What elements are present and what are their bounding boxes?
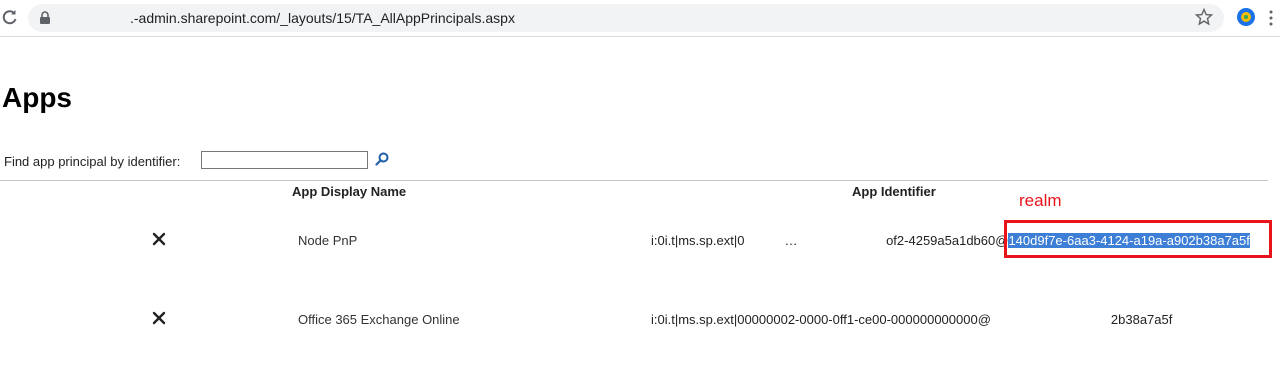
lock-icon [40,11,50,24]
bookmark-star-icon[interactable] [1195,8,1213,26]
browser-toolbar: .-admin.sharepoint.com/_layouts/15/TA_Al… [0,0,1280,37]
app-identifier-fragment: … [784,233,802,248]
extension-icon[interactable] [1234,5,1258,29]
header-divider [0,180,1268,181]
url-path: _layouts/15/TA_AllAppPrincipals.aspx [280,10,515,26]
find-principal-label: Find app principal by identifier: [4,154,181,169]
app-identifier-suffix: 2b38a7a5f [1110,312,1173,327]
app-identifier-prefix: i:0i.t|ms.sp.ext|0 [651,233,745,248]
column-header-app-identifier[interactable]: App Identifier [852,184,936,199]
address-bar[interactable]: .-admin.sharepoint.com/_layouts/15/TA_Al… [28,4,1224,32]
more-menu-icon[interactable] [1268,8,1274,28]
reload-icon[interactable] [0,7,20,27]
realm-annotation-label: realm [1019,191,1062,210]
app-display-name: Node PnP [298,233,358,248]
app-identifier-prefix: i:0i.t|ms.sp.ext|00000002-0000-0ff1-ce00… [651,312,991,327]
page-title: Apps [2,82,72,113]
delete-icon[interactable] [152,232,166,246]
column-header-display-name[interactable]: App Display Name [292,184,406,199]
app-identifier-suffix: of2-4259a5a1db60@ [886,233,1009,248]
find-principal-input[interactable] [201,151,368,169]
search-icon[interactable] [375,152,389,166]
app-display-name: Office 365 Exchange Online [298,312,460,327]
url-redacted [52,13,130,26]
delete-icon[interactable] [152,311,166,325]
app-identifier: i:0i.t|ms.sp.ext|00000002-0000-0ff1-ce00… [651,312,1172,327]
url-text: .-admin.sharepoint.com/_layouts/15/TA_Al… [52,10,515,26]
url-domain: .-admin.sharepoint.com/ [130,10,281,26]
realm-highlight-box [1004,220,1272,258]
